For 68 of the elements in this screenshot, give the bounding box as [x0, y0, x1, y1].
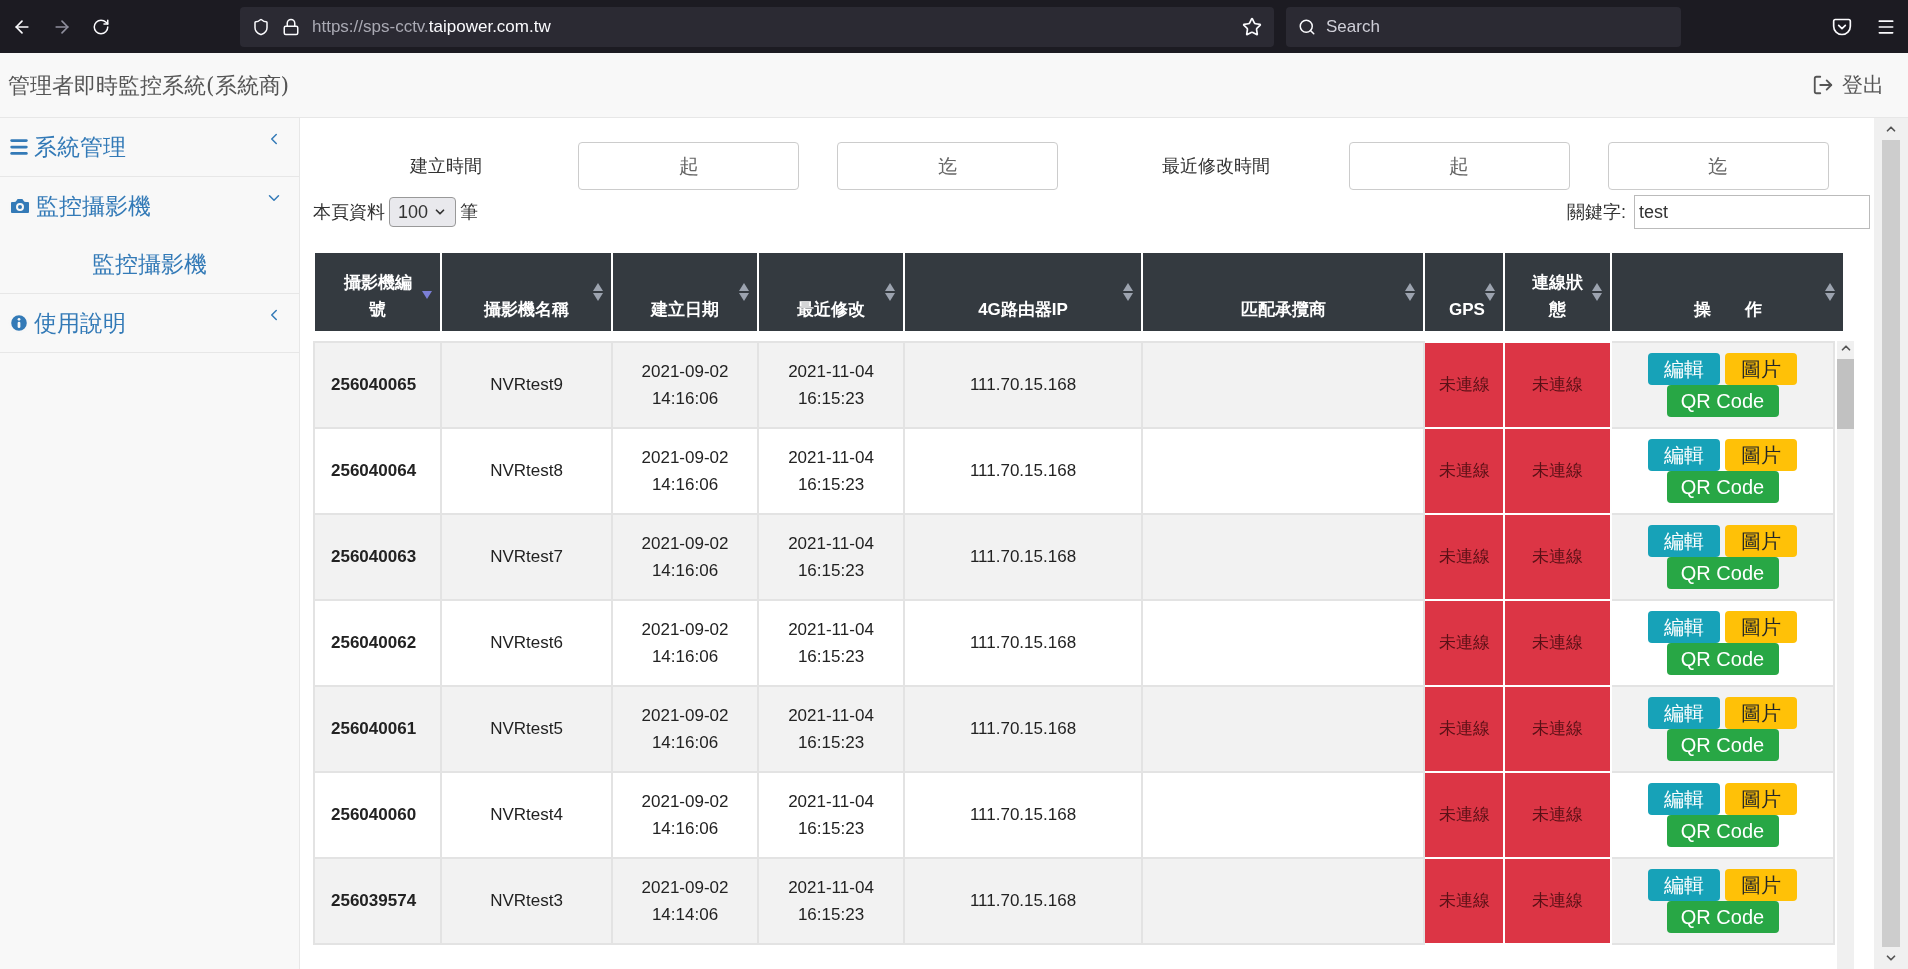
table-cell: 111.70.15.168: [904, 858, 1142, 944]
address-bar[interactable]: https://sps-cctv.taipower.com.tw: [240, 6, 1274, 47]
table-cell: 256040065: [314, 342, 441, 428]
logout-icon: [1812, 74, 1834, 96]
table-cell: 256039574: [314, 858, 441, 944]
page-size-select[interactable]: 100: [389, 197, 456, 227]
page-size-unit: 筆: [460, 200, 478, 224]
page-scrollbar[interactable]: [1874, 118, 1908, 969]
sidebar-item[interactable]: 使用說明: [0, 294, 299, 352]
image-button[interactable]: 圖片: [1725, 783, 1797, 815]
date-from-field[interactable]: 起: [1348, 142, 1570, 190]
menu-icon: [8, 136, 30, 158]
date-from-field[interactable]: 起: [578, 142, 799, 190]
column-header[interactable]: 4G路由器IP: [904, 252, 1142, 332]
image-button[interactable]: 圖片: [1725, 439, 1797, 471]
status-cell: 未連線: [1424, 858, 1504, 944]
column-header[interactable]: 操 作: [1611, 252, 1844, 332]
lock-icon: [282, 17, 300, 36]
status-cell: 未連線: [1504, 342, 1611, 428]
status-cell: 未連線: [1424, 342, 1504, 428]
image-button[interactable]: 圖片: [1725, 611, 1797, 643]
image-button[interactable]: 圖片: [1725, 353, 1797, 385]
sidebar-subitem[interactable]: 監控攝影機: [0, 235, 299, 293]
logout-button[interactable]: 登出: [1812, 69, 1884, 101]
column-header[interactable]: GPS: [1424, 252, 1504, 332]
scrollbar-thumb[interactable]: [1882, 140, 1900, 947]
shield-icon: [252, 17, 270, 36]
app-title: 管理者即時監控系統(系統商): [8, 71, 290, 100]
status-cell: 未連線: [1424, 428, 1504, 514]
image-button[interactable]: 圖片: [1725, 869, 1797, 901]
image-button[interactable]: 圖片: [1725, 525, 1797, 557]
search-field[interactable]: Search: [1286, 6, 1681, 47]
sidebar-item[interactable]: 監控攝影機: [0, 177, 299, 235]
status-cell: 未連線: [1424, 772, 1504, 858]
bookmark-star-icon[interactable]: [1242, 16, 1262, 37]
keyword-field[interactable]: test: [1634, 195, 1870, 229]
filter-label: 最近修改時間: [1161, 154, 1271, 178]
table-cell: 2021-11-04 16:15:23: [758, 858, 904, 944]
sidebar-item[interactable]: 系統管理: [0, 118, 299, 176]
keyword-label: 關鍵字:: [1567, 200, 1626, 224]
column-header[interactable]: 攝影機編號: [314, 252, 441, 332]
status-cell: 未連線: [1504, 858, 1611, 944]
status-cell: 未連線: [1424, 686, 1504, 772]
table-cell: 2021-09-02 14:14:06: [612, 858, 758, 944]
url-text: https://sps-cctv.taipower.com.tw: [312, 15, 551, 38]
status-cell: 未連線: [1504, 686, 1611, 772]
page-size-label: 本頁資料: [313, 200, 385, 224]
column-header[interactable]: 建立日期: [612, 252, 758, 332]
date-to-field[interactable]: 迄: [837, 142, 1058, 190]
status-cell: 未連線: [1504, 514, 1611, 600]
status-cell: 未連線: [1424, 600, 1504, 686]
column-header[interactable]: 匹配承攬商: [1142, 252, 1424, 332]
search-icon: [1298, 17, 1316, 36]
table-cell: NVRtest3: [441, 858, 612, 944]
image-button[interactable]: 圖片: [1725, 697, 1797, 729]
scrollbar-thumb[interactable]: [1837, 359, 1854, 429]
column-header[interactable]: 連線狀態: [1504, 252, 1611, 332]
reload-icon[interactable]: [92, 17, 110, 36]
status-cell: 未連線: [1504, 428, 1611, 514]
filter-label: 建立時間: [408, 154, 483, 178]
column-header[interactable]: 最近修改: [758, 252, 904, 332]
status-cell: 未連線: [1504, 600, 1611, 686]
status-cell: 未連線: [1424, 514, 1504, 600]
info-icon: [8, 312, 30, 334]
date-to-field[interactable]: 迄: [1607, 142, 1829, 190]
column-header[interactable]: 攝影機名稱: [441, 252, 612, 332]
table-scrollbar[interactable]: [1837, 341, 1854, 969]
status-cell: 未連線: [1504, 772, 1611, 858]
